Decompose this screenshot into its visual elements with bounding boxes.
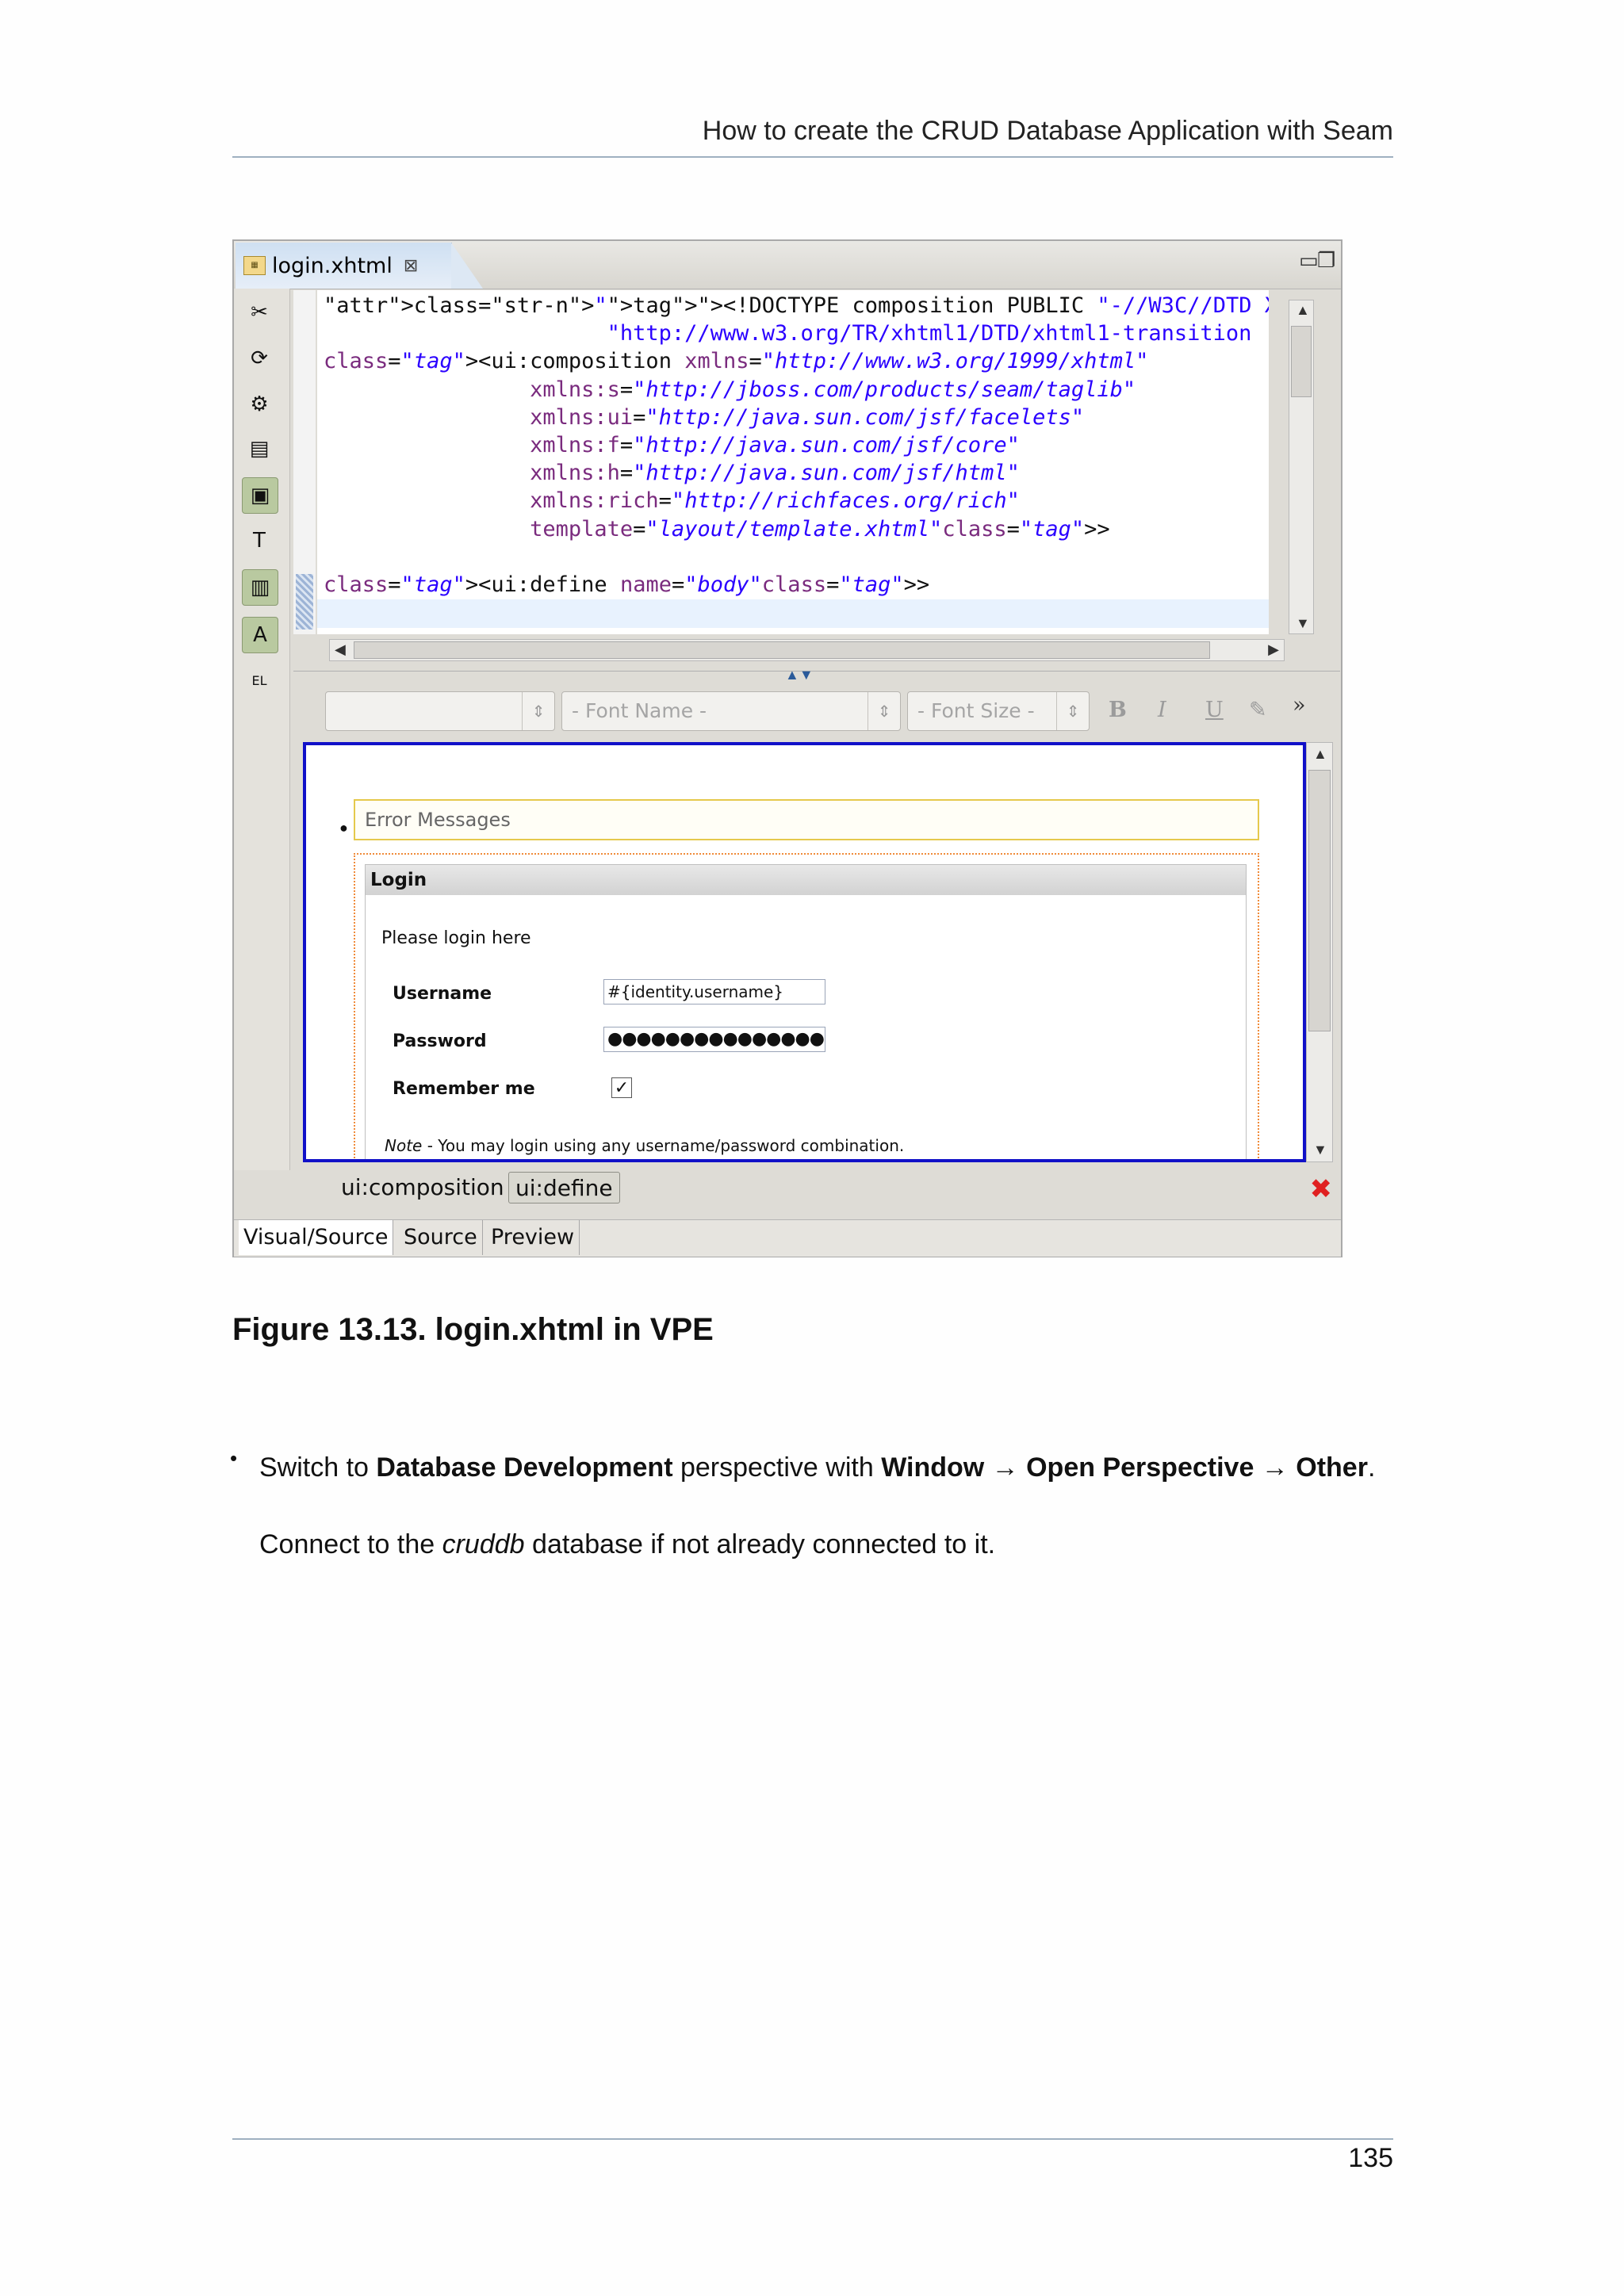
minimize-icon[interactable]: ▭	[1299, 249, 1319, 273]
scroll-left-icon[interactable]: ◀	[335, 641, 346, 658]
file-tab[interactable]: ▦ login.xhtml ⊠	[236, 243, 483, 289]
visual-tags-icon[interactable]: ▣	[242, 477, 278, 514]
current-line-highlight	[317, 599, 1269, 628]
scroll-thumb[interactable]	[1308, 770, 1331, 1031]
login-panel[interactable]: Login Please login here Username #{ident…	[365, 864, 1247, 1159]
font-name-select[interactable]: - Font Name - ⇕	[561, 691, 901, 731]
bold-button[interactable]: B	[1109, 698, 1127, 722]
spinner-icon: ⇕	[1056, 692, 1089, 730]
tag-breadcrumb: ui:composition ui:define ✖	[293, 1165, 1340, 1210]
connect-paragraph: Connect to the cruddb database if not al…	[259, 1529, 996, 1559]
source-line: xmlns:s="http://jboss.com/products/seam/…	[530, 377, 1136, 402]
remember-me-label: Remember me	[393, 1079, 535, 1099]
source-lines: "attr">class="str-n">"">tag">"><!DOCTYPE…	[317, 292, 1269, 599]
login-note: Note - You may login using any username/…	[385, 1136, 905, 1155]
remember-me-checkbox[interactable]: ✓	[611, 1077, 632, 1098]
error-messages-box[interactable]: Error Messages	[354, 799, 1259, 840]
scroll-right-icon[interactable]: ▶	[1268, 641, 1279, 658]
login-panel-header: Login	[366, 865, 1246, 895]
source-line: "http://www.w3.org/TR/xhtml1/DTD/xhtml1-…	[607, 321, 1252, 346]
login-form-region[interactable]: Login Please login here Username #{ident…	[354, 853, 1259, 1159]
password-field[interactable]: ●●●●●●●●●●●●●●●●	[603, 1027, 825, 1052]
editor-tab-bar: ▦ login.xhtml ⊠ ▭ ❐	[234, 241, 1341, 289]
tab-preview[interactable]: Preview	[486, 1220, 580, 1255]
pane-splitter[interactable]: ▲▼	[293, 667, 1340, 683]
maximize-icon[interactable]: ❐	[1317, 249, 1335, 273]
font-size-select[interactable]: - Font Size - ⇕	[907, 691, 1090, 731]
scroll-up-icon[interactable]: ▲	[1313, 746, 1327, 763]
source-line: xmlns:ui="http://java.sun.com/jsf/facele…	[530, 404, 1085, 430]
el-expression-icon[interactable]: EL	[242, 663, 277, 698]
underline-button[interactable]: U	[1205, 698, 1224, 722]
running-header: How to create the CRUD Database Applicat…	[702, 116, 1393, 146]
refresh-icon[interactable]: ⟳	[242, 341, 277, 376]
scroll-thumb[interactable]	[1291, 326, 1312, 397]
username-label: Username	[393, 984, 492, 1004]
file-tab-label: login.xhtml	[272, 253, 393, 278]
style-select[interactable]: ⇕	[325, 691, 555, 731]
scroll-down-icon[interactable]: ▼	[1313, 1142, 1327, 1158]
scroll-up-icon[interactable]: ▲	[1296, 302, 1310, 319]
login-instructions: Please login here	[381, 928, 531, 948]
source-line: xmlns:h="http://java.sun.com/jsf/html"	[530, 461, 1020, 486]
visual-vertical-scrollbar[interactable]: ▲ ▼	[1306, 742, 1333, 1162]
show-bundle-icon[interactable]: ▥	[242, 569, 278, 606]
source-line: xmlns:f="http://java.sun.com/jsf/core"	[530, 433, 1020, 458]
source-line: template="layout/template.xhtml"class="t…	[530, 516, 1110, 541]
page-design-icon[interactable]: ▤	[242, 431, 277, 466]
bullet-icon: ●	[339, 820, 348, 836]
breadcrumb-ui-define[interactable]: ui:define	[508, 1172, 620, 1203]
source-line: class="tag"><ui:composition xmlns="http:…	[324, 349, 1149, 374]
scroll-down-icon[interactable]: ▼	[1296, 615, 1310, 632]
more-button[interactable]: »	[1293, 693, 1306, 718]
editor-mode-tabs: Visual/Source Source Preview	[234, 1219, 1341, 1257]
breadcrumb-ui-composition[interactable]: ui:composition	[335, 1172, 511, 1203]
source-line: class="tag"><ui:define name="body"class=…	[324, 572, 930, 598]
close-tab-icon[interactable]: ⊠	[404, 256, 418, 276]
xhtml-file-icon: ▦	[243, 256, 266, 275]
non-visual-tags-icon[interactable]: A	[242, 617, 278, 653]
password-label: Password	[393, 1031, 487, 1051]
figure-caption: Figure 13.13. login.xhtml in VPE	[232, 1312, 714, 1347]
username-field[interactable]: #{identity.username}	[603, 979, 825, 1004]
visual-editor-pane[interactable]: ● Error Messages Login Please login here…	[303, 742, 1306, 1162]
editor-window: ▦ login.xhtml ⊠ ▭ ❐ ✂ ⟳ ⚙ ▤ ▣ T ▥ A EL "…	[232, 239, 1342, 1257]
source-line: "attr">class="str-n">"">tag">"><!DOCTYPE…	[324, 293, 1269, 318]
italic-button[interactable]: I	[1158, 698, 1166, 722]
source-editor[interactable]: "attr">class="str-n">"">tag">"><!DOCTYPE…	[317, 290, 1269, 634]
source-line: xmlns:rich="http://richfaces.org/rich"	[530, 488, 1020, 514]
tab-source[interactable]: Source	[399, 1220, 483, 1255]
scroll-thumb[interactable]	[354, 641, 1210, 659]
source-line	[317, 543, 1269, 571]
header-rule	[232, 156, 1393, 158]
footer-rule	[232, 2138, 1393, 2140]
text-color-icon[interactable]: ✎	[1249, 698, 1267, 722]
spinner-icon: ⇕	[522, 692, 554, 730]
page-number: 135	[1348, 2143, 1393, 2173]
close-breadcrumb-icon[interactable]: ✖	[1310, 1173, 1333, 1205]
tab-visual-source[interactable]: Visual/Source	[239, 1220, 394, 1255]
tools-icon[interactable]: ✂	[242, 295, 277, 330]
instruction-paragraph: Switch to Database Development perspecti…	[259, 1452, 1376, 1483]
vpe-left-toolbar: ✂ ⟳ ⚙ ▤ ▣ T ▥ A EL	[234, 289, 290, 1170]
current-line-marker	[296, 574, 313, 629]
bullet-icon: •	[230, 1446, 238, 1470]
source-vertical-scrollbar[interactable]: ▲ ▼	[1289, 300, 1314, 634]
source-horizontal-scrollbar[interactable]: ◀ ▶	[329, 639, 1285, 661]
text-formatting-icon[interactable]: T	[242, 523, 277, 558]
formatting-toolbar: ⇕ - Font Name - ⇕ - Font Size - ⇕ B I U …	[293, 682, 1340, 737]
splitter-arrows-icon[interactable]: ▲▼	[785, 667, 814, 683]
spinner-icon: ⇕	[868, 692, 900, 730]
preferences-icon[interactable]: ⚙	[242, 387, 277, 422]
